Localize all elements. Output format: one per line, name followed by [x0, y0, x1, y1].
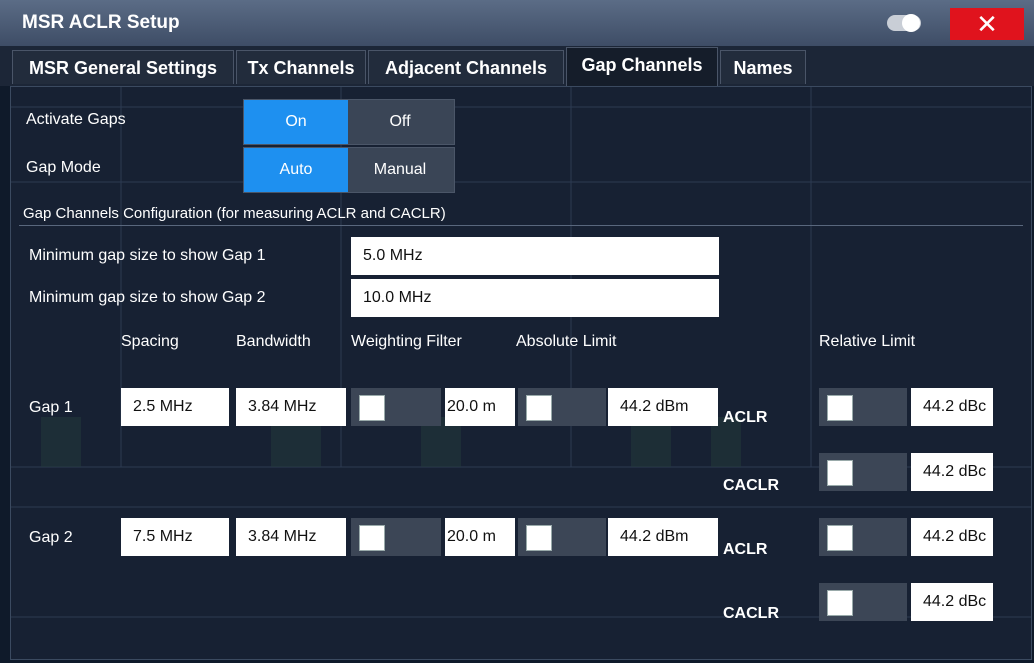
- tab-gap-channels[interactable]: Gap Channels: [566, 47, 718, 86]
- gap1-spacing-input[interactable]: 2.5 MHz: [121, 388, 229, 426]
- column-header-absolute-limit: Absolute Limit: [516, 333, 617, 350]
- gap2-label: Gap 2: [29, 529, 73, 546]
- gap1-aclr-relative-checkbox[interactable]: [819, 388, 907, 426]
- gap2-caclr-relative-input[interactable]: 44.2 dBc: [911, 583, 993, 621]
- column-header-bandwidth: Bandwidth: [236, 333, 311, 350]
- gap-mode-label: Gap Mode: [26, 159, 101, 176]
- checkbox-box: [827, 525, 853, 551]
- gap-channels-panel: Activate Gaps On Off Gap Mode Auto Manua…: [10, 86, 1032, 660]
- gap2-spacing-input[interactable]: 7.5 MHz: [121, 518, 229, 556]
- activate-gaps-off-option[interactable]: Off: [348, 100, 452, 144]
- gap2-caclr-label: CACLR: [723, 605, 779, 622]
- tab-names[interactable]: Names: [720, 50, 806, 84]
- toggle-icon[interactable]: [886, 12, 922, 34]
- gap2-weighting-filter-input[interactable]: 20.0 m: [445, 518, 515, 556]
- min-gap2-label: Minimum gap size to show Gap 2: [29, 289, 266, 306]
- close-icon: ✕: [976, 9, 998, 39]
- checkbox-box: [827, 590, 853, 616]
- gap2-aclr-relative-input[interactable]: 44.2 dBc: [911, 518, 993, 556]
- activate-gaps-on-option[interactable]: On: [244, 100, 348, 144]
- gap-mode-auto-option[interactable]: Auto: [244, 148, 348, 192]
- gap1-caclr-relative-checkbox[interactable]: [819, 453, 907, 491]
- gap1-caclr-label: CACLR: [723, 477, 779, 494]
- gap2-aclr-label: ACLR: [723, 541, 768, 558]
- gap2-absolute-limit-input[interactable]: 44.2 dBm: [608, 518, 718, 556]
- gap1-caclr-relative-input[interactable]: 44.2 dBc: [911, 453, 993, 491]
- gap1-absolute-limit-input[interactable]: 44.2 dBm: [608, 388, 718, 426]
- activate-gaps-toggle[interactable]: On Off: [243, 99, 455, 145]
- column-header-relative-limit: Relative Limit: [819, 333, 916, 350]
- close-button[interactable]: ✕: [950, 8, 1024, 40]
- gap1-weighting-filter-input[interactable]: 20.0 m: [445, 388, 515, 426]
- tab-tx-channels[interactable]: Tx Channels: [236, 50, 366, 84]
- gap1-aclr-relative-input[interactable]: 44.2 dBc: [911, 388, 993, 426]
- checkbox-box: [827, 460, 853, 486]
- gap2-absolute-limit-checkbox[interactable]: [518, 518, 606, 556]
- column-header-weighting-filter: Weighting Filter: [351, 333, 462, 350]
- gap2-aclr-relative-checkbox[interactable]: [819, 518, 907, 556]
- tab-adjacent-channels[interactable]: Adjacent Channels: [368, 50, 564, 84]
- gap2-caclr-relative-checkbox[interactable]: [819, 583, 907, 621]
- checkbox-box: [359, 525, 385, 551]
- min-gap2-input[interactable]: 10.0 MHz: [351, 279, 719, 317]
- checkbox-box: [526, 525, 552, 551]
- min-gap1-input[interactable]: 5.0 MHz: [351, 237, 719, 275]
- tab-msr-general-settings[interactable]: MSR General Settings: [12, 50, 234, 84]
- gap1-label: Gap 1: [29, 399, 73, 416]
- background-trace-decoration: [11, 87, 1031, 618]
- gap2-weighting-filter-checkbox[interactable]: [351, 518, 441, 556]
- min-gap1-label: Minimum gap size to show Gap 1: [29, 247, 266, 264]
- gap1-bandwidth-input[interactable]: 3.84 MHz: [236, 388, 346, 426]
- dialog-title: MSR ACLR Setup: [22, 12, 180, 33]
- gap-config-section-title: Gap Channels Configuration (for measurin…: [23, 205, 446, 222]
- column-header-spacing: Spacing: [121, 333, 179, 350]
- gap2-bandwidth-input[interactable]: 3.84 MHz: [236, 518, 346, 556]
- checkbox-box: [359, 395, 385, 421]
- section-divider: [19, 225, 1023, 226]
- gap-mode-manual-option[interactable]: Manual: [348, 148, 452, 192]
- checkbox-box: [827, 395, 853, 421]
- gap1-aclr-label: ACLR: [723, 409, 768, 426]
- gap1-absolute-limit-checkbox[interactable]: [518, 388, 606, 426]
- checkbox-box: [526, 395, 552, 421]
- gap1-weighting-filter-checkbox[interactable]: [351, 388, 441, 426]
- activate-gaps-label: Activate Gaps: [26, 111, 126, 128]
- gap-mode-toggle[interactable]: Auto Manual: [243, 147, 455, 193]
